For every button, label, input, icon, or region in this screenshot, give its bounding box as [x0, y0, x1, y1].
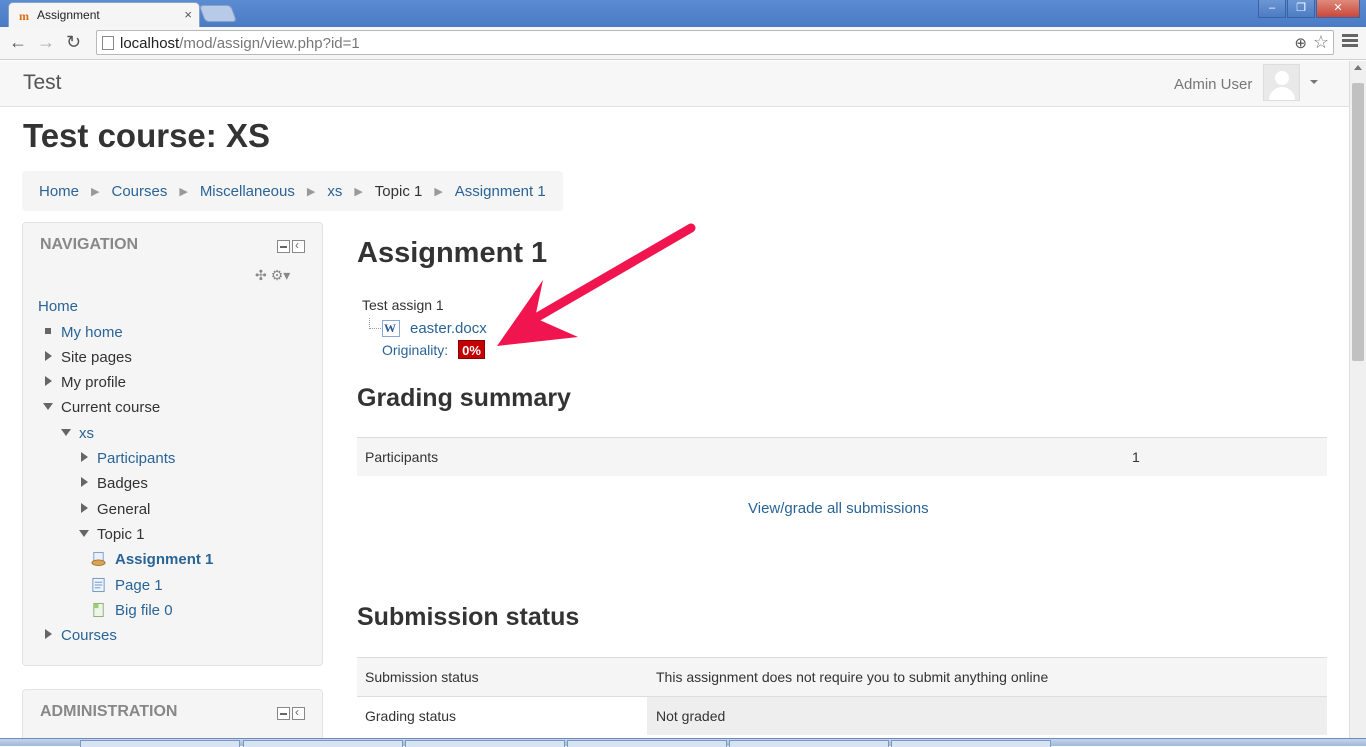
table-cell-background	[647, 697, 1327, 735]
window-controls: – ❐ ✕	[1257, 0, 1360, 18]
table-cell-value: This assignment does not require you to …	[656, 669, 1049, 685]
submission-status-table: Submission status This assignment does n…	[357, 657, 1327, 735]
os-taskbar	[0, 738, 1366, 747]
annotation-arrow-icon	[497, 223, 696, 346]
view-grade-all-submissions-link[interactable]: View/grade all submissions	[748, 500, 929, 517]
scroll-up-arrow-icon[interactable]	[1354, 65, 1362, 70]
table-row: Participants 1	[357, 437, 1327, 476]
table-cell-label: Participants	[365, 449, 439, 465]
close-window-button[interactable]: ✕	[1316, 0, 1360, 18]
grading-summary-table: Participants 1	[357, 437, 1327, 476]
scrollbar-thumb[interactable]	[1352, 83, 1364, 361]
table-row: Grading status Not graded	[357, 696, 1327, 735]
forward-arrow-icon[interactable]: →	[37, 32, 55, 53]
address-bar[interactable]: localhost/mod/assign/view.php?id=1 ⊕ ☆	[96, 30, 1334, 55]
browser-menu-icon[interactable]	[1342, 34, 1358, 48]
bookmark-star-icon[interactable]: ☆	[1313, 32, 1329, 53]
table-cell-label: Grading status	[365, 708, 457, 724]
url-host: localhost	[120, 35, 180, 52]
table-row: Submission status This assignment does n…	[357, 657, 1327, 696]
browser-titlebar: m Assignment × – ❐ ✕	[0, 0, 1366, 27]
table-cell-value: Not graded	[656, 708, 726, 724]
zoom-icon[interactable]: ⊕	[1294, 34, 1307, 52]
back-arrow-icon[interactable]: ←	[9, 32, 27, 53]
restore-button[interactable]: ❐	[1287, 0, 1315, 18]
minimize-button[interactable]: –	[1258, 0, 1286, 18]
table-cell-value: 1	[1132, 449, 1140, 465]
url-text: localhost/mod/assign/view.php?id=1	[120, 35, 360, 52]
page-viewport: Test Admin User Test course: XS Home ▶ C…	[0, 61, 1349, 738]
url-path: /mod/assign/view.php?id=1	[179, 35, 360, 52]
table-cell-label: Submission status	[365, 669, 479, 685]
reload-icon[interactable]: ↻	[66, 32, 81, 53]
tab-title: Assignment	[37, 8, 100, 22]
browser-tab[interactable]: m Assignment ×	[8, 2, 200, 27]
vertical-scrollbar[interactable]	[1349, 61, 1366, 738]
grading-summary-heading: Grading summary	[357, 384, 571, 412]
tab-close-icon[interactable]: ×	[184, 7, 192, 22]
browser-toolbar: ← → ↻ localhost/mod/assign/view.php?id=1…	[0, 27, 1366, 60]
moodle-favicon-icon: m	[19, 9, 29, 23]
submission-status-heading: Submission status	[357, 603, 580, 631]
new-tab-button[interactable]	[198, 5, 238, 22]
page-icon	[102, 36, 114, 50]
